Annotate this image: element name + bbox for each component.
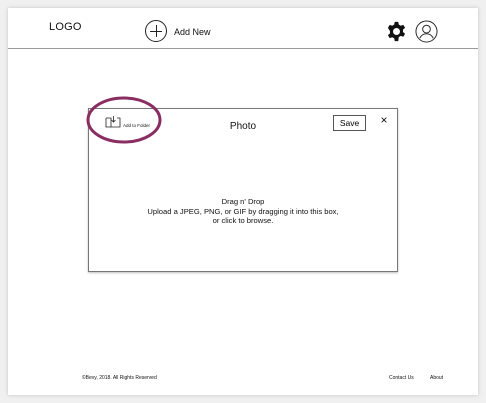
contact-us-link[interactable]: Contact Us	[389, 375, 414, 381]
top-header: LOGO Add New	[8, 8, 478, 49]
photo-upload-dialog: Add to Folder Photo Save × Drag n' Drop …	[88, 108, 398, 272]
app-frame: LOGO Add New Add to Folder Photo Save ×	[8, 8, 478, 395]
add-new-button[interactable]: Add New	[145, 20, 211, 42]
close-icon[interactable]: ×	[378, 114, 390, 126]
footer-copyright: ©Bevy, 2018. All Rights Reserved	[82, 375, 157, 381]
plus-circle-icon	[145, 20, 167, 42]
about-link[interactable]: About	[430, 375, 443, 381]
save-button[interactable]: Save	[333, 115, 366, 131]
avatar-icon[interactable]	[415, 20, 438, 43]
drop-description: Upload a JPEG, PNG, or GIF by dragging i…	[147, 206, 339, 226]
gear-icon[interactable]	[386, 21, 407, 42]
drop-zone[interactable]: Drag n' Drop Upload a JPEG, PNG, or GIF …	[89, 197, 397, 226]
drop-title: Drag n' Drop	[221, 197, 265, 206]
logo[interactable]: LOGO	[49, 21, 82, 33]
add-new-label: Add New	[174, 27, 211, 37]
